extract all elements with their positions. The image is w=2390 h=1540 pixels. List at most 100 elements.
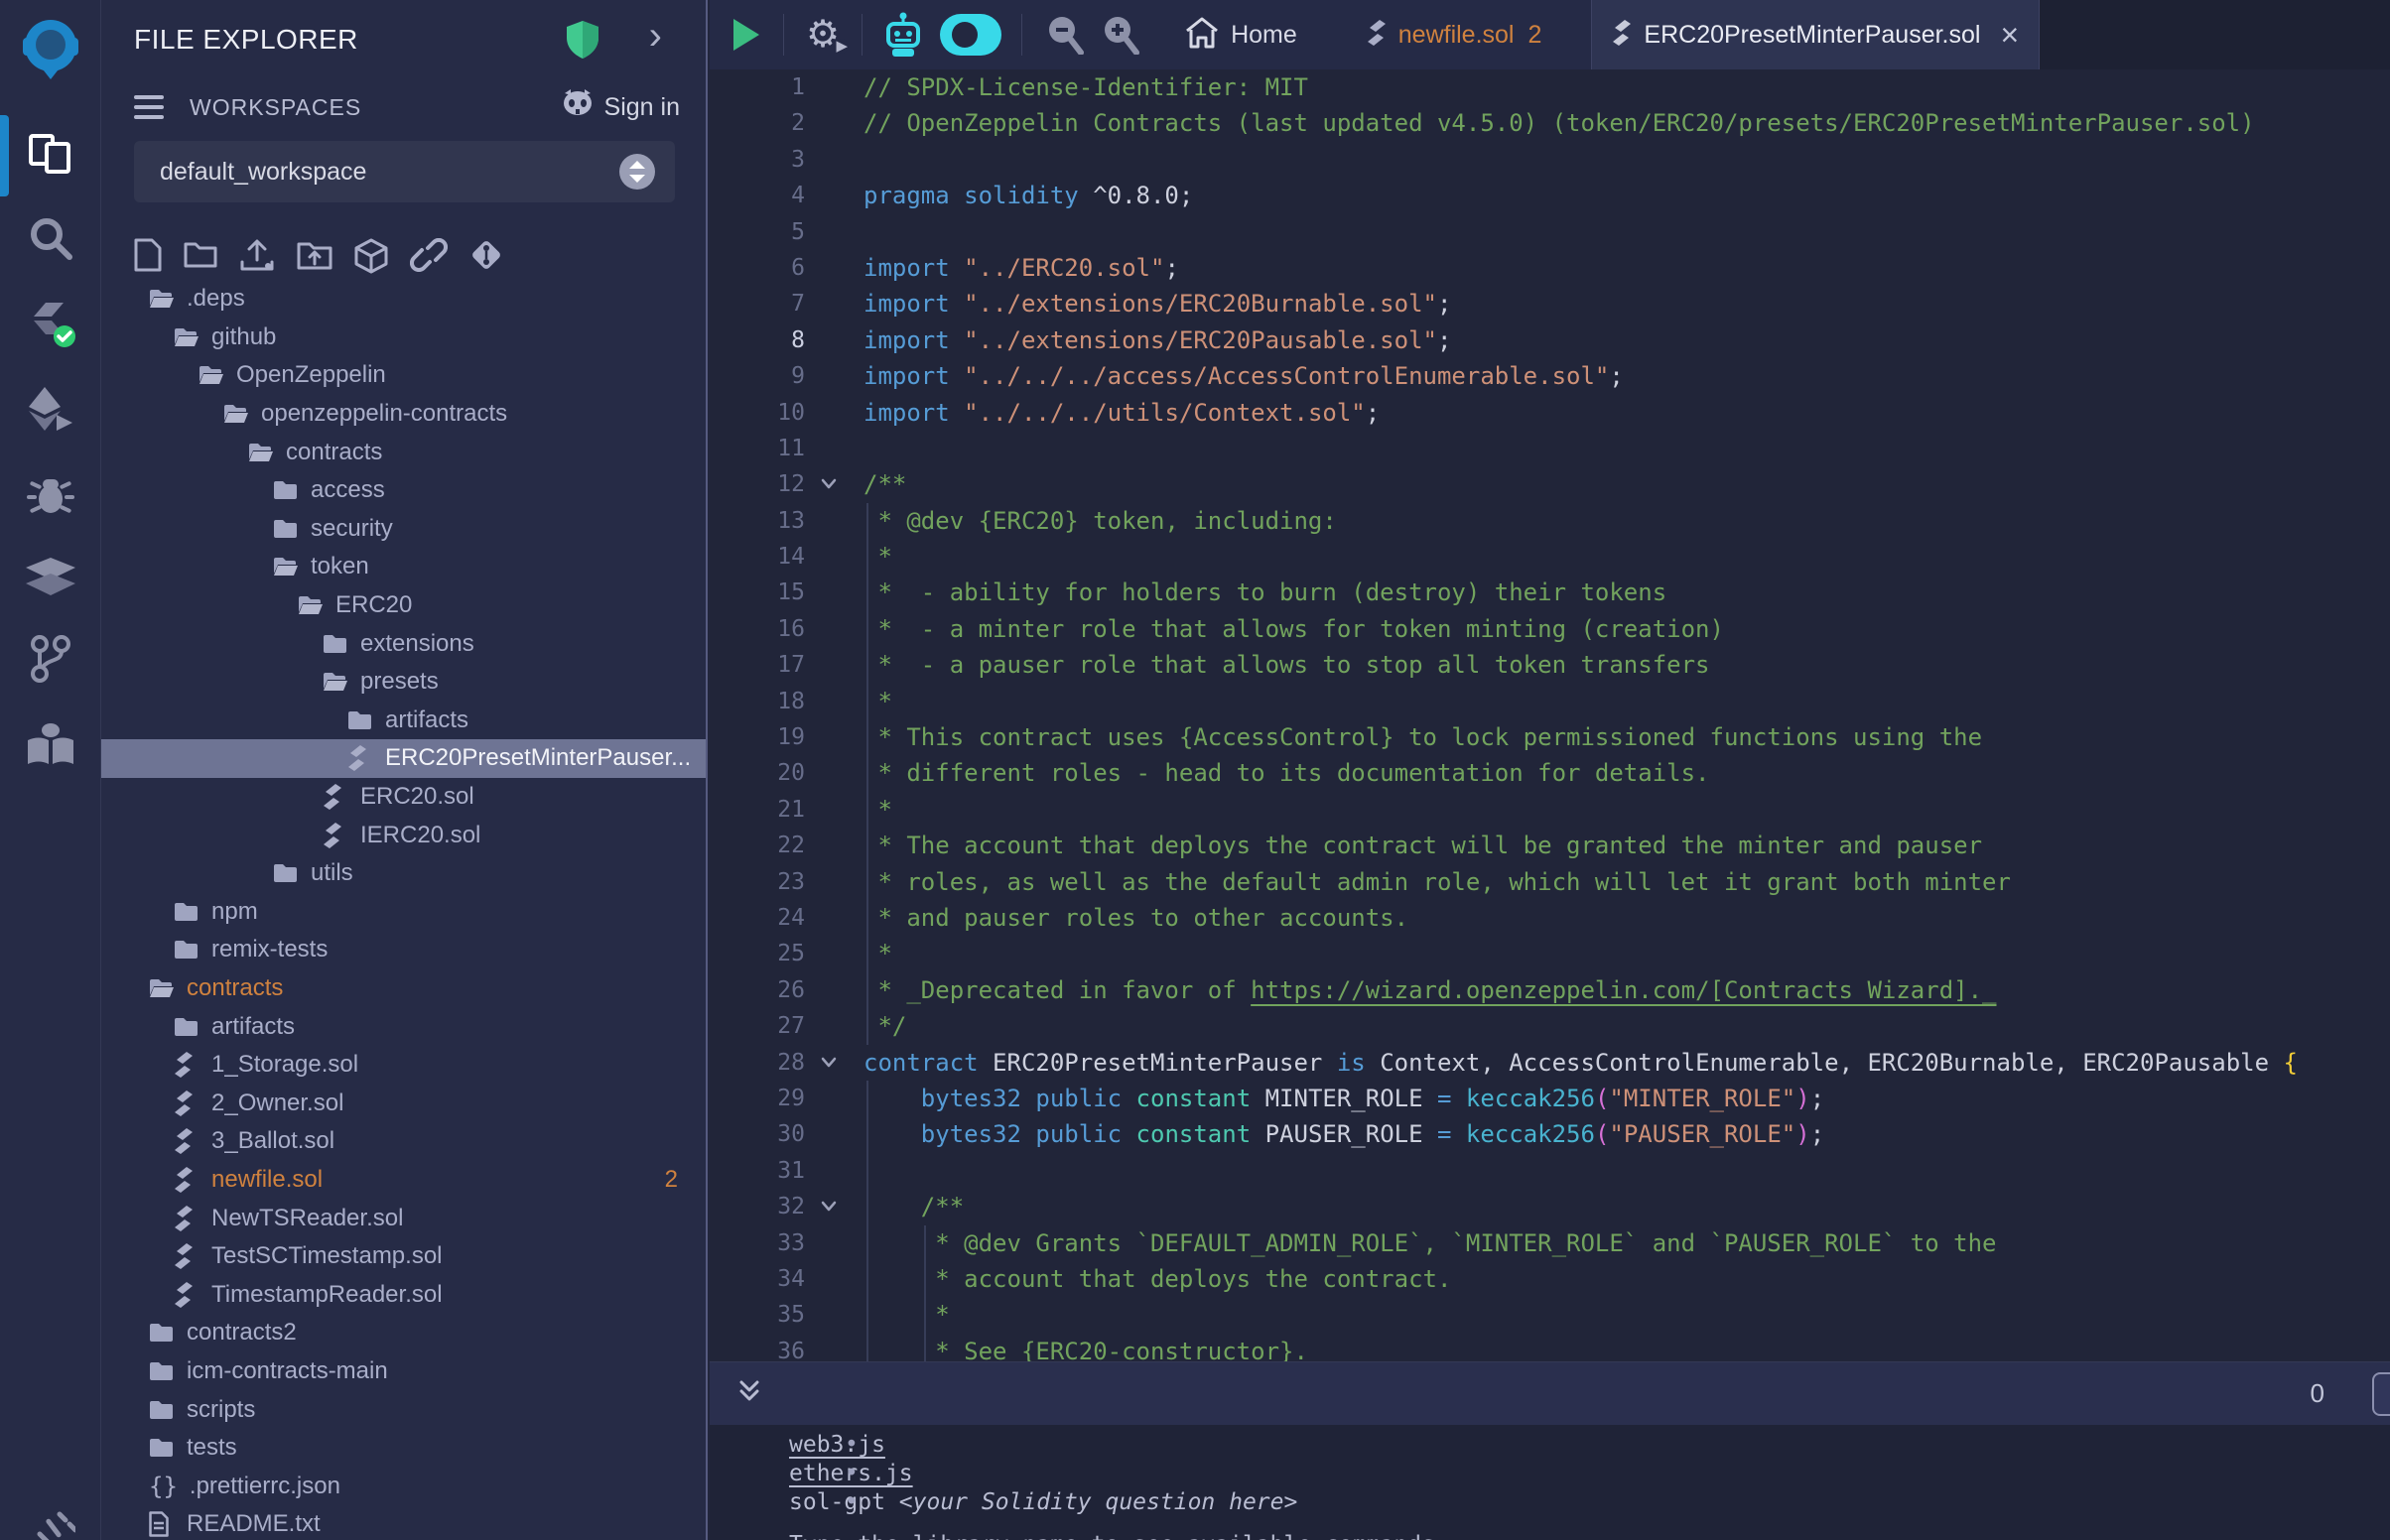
unit-testing-icon[interactable]: [0, 545, 101, 614]
folder-open-icon: [174, 326, 199, 348]
icon-sidebar: [0, 0, 101, 1540]
tree-item-remix-tests[interactable]: remix-tests: [101, 931, 706, 969]
tree-item-label: .prettierrc.json: [190, 1473, 340, 1500]
tree-item-access[interactable]: access: [101, 471, 706, 510]
tree-item-timestampreader-sol[interactable]: TimestampReader.sol: [101, 1275, 706, 1314]
git-clone-icon[interactable]: [469, 238, 503, 279]
tree-item-utils[interactable]: utils: [101, 854, 706, 893]
workspace-selected-value: default_workspace: [160, 158, 366, 187]
code-line-26: 26 * _Deprecated in favor of https://wiz…: [710, 972, 2390, 1008]
sol-icon: [174, 1282, 199, 1308]
code-line-36: 36 * See {ERC20-constructor}.: [710, 1334, 2390, 1361]
tree-item-label: access: [311, 476, 385, 504]
run-script-icon[interactable]: [733, 19, 759, 51]
line-number: 5: [710, 214, 805, 250]
tree-item-testsctimestamp-sol[interactable]: TestSCTimestamp.sol: [101, 1237, 706, 1276]
link-icon[interactable]: [410, 238, 448, 279]
tree-item-artifacts[interactable]: artifacts: [101, 1007, 706, 1046]
create-box-icon[interactable]: [354, 238, 388, 279]
chevron-right-icon[interactable]: ›: [649, 14, 662, 59]
tree-item-newfile-sol[interactable]: newfile.sol2: [101, 1161, 706, 1200]
code-line-29: 29 bytes32 public constant MINTER_ROLE =…: [710, 1081, 2390, 1116]
sign-in-label: Sign in: [604, 93, 680, 122]
tree-item-3-ballot-sol[interactable]: 3_Ballot.sol: [101, 1122, 706, 1161]
script-config-gear-icon[interactable]: ⚙▶: [806, 16, 840, 54]
new-file-icon[interactable]: [134, 238, 162, 279]
tree-item--deps[interactable]: .deps: [101, 280, 706, 319]
tree-item-presets[interactable]: presets: [101, 663, 706, 702]
zoom-in-icon[interactable]: [1102, 15, 1139, 55]
tree-item-extensions[interactable]: extensions: [101, 624, 706, 663]
tree-item-openzeppelin[interactable]: OpenZeppelin: [101, 356, 706, 395]
tree-item-contracts[interactable]: contracts: [101, 433, 706, 471]
code-line-7: 7import "../extensions/ERC20Burnable.sol…: [710, 286, 2390, 321]
tree-item-security[interactable]: security: [101, 510, 706, 549]
tree-item-icm-contracts-main[interactable]: icm-contracts-main: [101, 1352, 706, 1391]
line-number: 17: [710, 647, 805, 683]
tree-item-readme-txt[interactable]: README.txt: [101, 1505, 706, 1540]
tree-item--prettierrc-json[interactable]: {} .prettierrc.json: [101, 1467, 706, 1505]
folder-icon: [273, 518, 299, 540]
panel-title: FILE EXPLORER: [134, 24, 358, 56]
ai-assistant-robot-icon[interactable]: [882, 12, 924, 58]
learneth-icon[interactable]: [0, 710, 101, 780]
code-area[interactable]: 1// SPDX-License-Identifier: MIT2// Open…: [710, 69, 2390, 1361]
terminal-expand-icon[interactable]: [737, 1378, 761, 1409]
new-folder-icon[interactable]: [184, 238, 217, 279]
editor-area: ⚙▶: [710, 0, 2390, 1540]
line-number: 11: [710, 431, 805, 466]
sol-icon: [347, 745, 373, 771]
tree-item-artifacts[interactable]: artifacts: [101, 702, 706, 740]
terminal-listen-toggle[interactable]: [2372, 1372, 2390, 1416]
tree-item-label: openzeppelin-contracts: [261, 400, 507, 428]
tree-item-erc20-sol[interactable]: ERC20.sol: [101, 778, 706, 817]
doc-icon: [149, 1511, 175, 1537]
tree-item-newtsreader-sol[interactable]: NewTSReader.sol: [101, 1199, 706, 1237]
braces-icon: {}: [149, 1473, 178, 1500]
terminal-hint: Type the library name to see available c…: [789, 1531, 2390, 1540]
upload-folder-icon[interactable]: [297, 238, 332, 279]
tab-erc20presetminterpauser[interactable]: ERC20PresetMinterPauser.sol ×: [1591, 0, 2040, 69]
tree-item-1-storage-sol[interactable]: 1_Storage.sol: [101, 1046, 706, 1085]
workspaces-menu-icon[interactable]: [134, 95, 164, 119]
tree-item-contracts[interactable]: contracts: [101, 969, 706, 1008]
tree-item-label: artifacts: [385, 706, 468, 734]
close-icon[interactable]: ×: [2000, 19, 2019, 51]
tree-item-2-owner-sol[interactable]: 2_Owner.sol: [101, 1084, 706, 1122]
tab-home[interactable]: Home: [1165, 0, 1317, 69]
workspace-select[interactable]: default_workspace: [134, 141, 675, 202]
tree-item-contracts2[interactable]: contracts2: [101, 1314, 706, 1352]
folder-open-icon: [149, 288, 175, 310]
git-icon[interactable]: [0, 624, 101, 694]
zoom-out-icon[interactable]: [1046, 15, 1084, 55]
bullet: •: [845, 1488, 859, 1517]
solidity-compiler-icon[interactable]: [0, 291, 101, 360]
code-line-9: 9import "../../../access/AccessControlEn…: [710, 358, 2390, 394]
terminal-link-web3-js[interactable]: web3.js: [789, 1432, 885, 1458]
indent-guide: [924, 1225, 926, 1361]
ai-toggle-switch[interactable]: [940, 14, 1001, 56]
tree-item-token[interactable]: token: [101, 548, 706, 586]
plugin-manager-icon[interactable]: [0, 1496, 101, 1540]
sol-icon: [174, 1128, 199, 1154]
tree-item-npm[interactable]: npm: [101, 893, 706, 932]
tree-item-erc20[interactable]: ERC20: [101, 586, 706, 625]
tab-newfile[interactable]: newfile.sol 2: [1347, 0, 1562, 69]
tree-item-openzeppelin-contracts[interactable]: openzeppelin-contracts: [101, 395, 706, 434]
debugger-icon[interactable]: [0, 459, 101, 529]
file-explorer-icon[interactable]: [0, 119, 101, 189]
code-line-22: 22 * The account that deploys the contra…: [710, 828, 2390, 863]
tree-item-scripts[interactable]: scripts: [101, 1390, 706, 1429]
deploy-run-icon[interactable]: [0, 374, 101, 444]
remix-logo-icon[interactable]: [0, 14, 101, 83]
upload-file-icon[interactable]: [239, 238, 275, 279]
terminal-output[interactable]: •web3.js•ethers.js•sol-gpt <your Solidit…: [710, 1425, 2390, 1540]
tree-item-erc20presetminterpauser-[interactable]: ERC20PresetMinterPauser...: [101, 739, 706, 778]
file-toolbar: [134, 238, 503, 279]
tree-item-ierc20-sol[interactable]: IERC20.sol: [101, 816, 706, 854]
line-number: 34: [710, 1261, 805, 1297]
tree-item-tests[interactable]: tests: [101, 1429, 706, 1468]
search-icon[interactable]: [0, 203, 101, 273]
tree-item-github[interactable]: github: [101, 319, 706, 357]
sign-in-button[interactable]: Sign in: [561, 89, 680, 126]
